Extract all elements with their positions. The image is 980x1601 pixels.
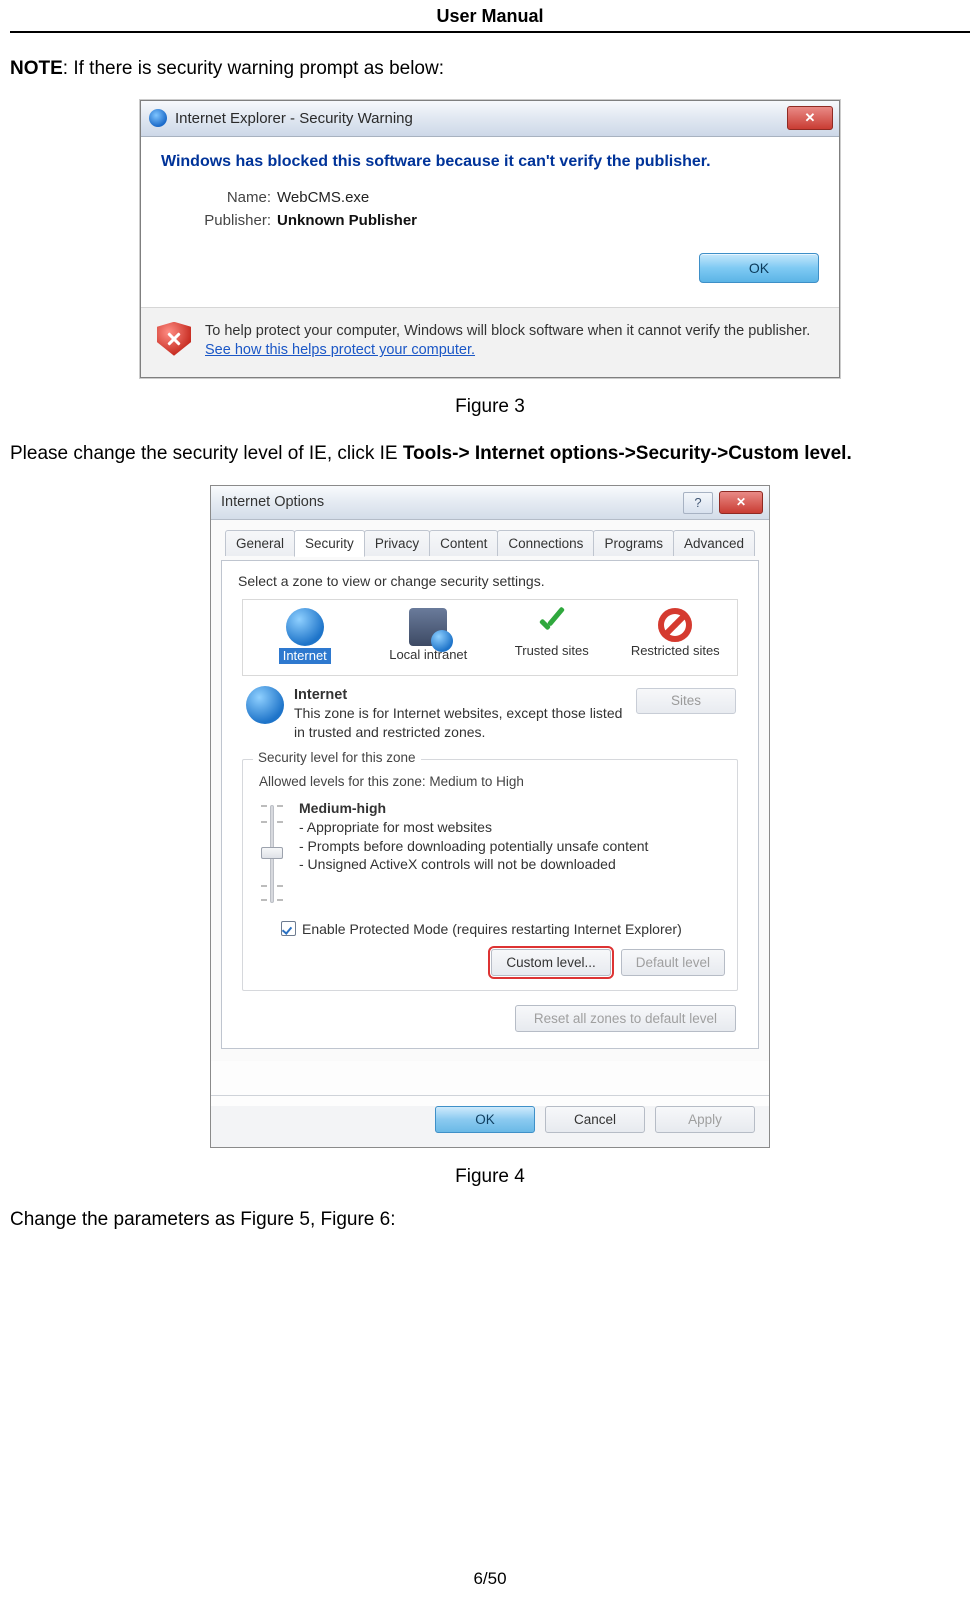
security-level-group: Security level for this zone Allowed lev… <box>242 759 738 991</box>
close-icon: ✕ <box>805 110 816 126</box>
zone-local-intranet[interactable]: Local intranet <box>373 608 483 663</box>
ok-button[interactable]: OK <box>435 1106 535 1133</box>
allowed-levels-text: Allowed levels for this zone: Medium to … <box>259 774 725 789</box>
security-tab-panel: Select a zone to view or change security… <box>221 560 759 1049</box>
dialog-divider <box>211 1095 769 1096</box>
header-rule <box>10 31 970 33</box>
tab-programs[interactable]: Programs <box>593 530 674 556</box>
zone-label: Internet <box>279 648 331 665</box>
figure-3-caption: Figure 3 <box>10 396 970 418</box>
help-button[interactable]: ? <box>683 492 713 514</box>
tab-privacy[interactable]: Privacy <box>364 530 430 556</box>
level-bullet-1: - Appropriate for most websites <box>299 818 648 837</box>
zone-label: Restricted sites <box>620 644 730 659</box>
ok-button[interactable]: OK <box>699 253 819 283</box>
security-level-slider[interactable] <box>259 799 285 909</box>
tab-content[interactable]: Content <box>429 530 498 556</box>
page-header-title: User Manual <box>10 0 970 31</box>
slider-thumb[interactable] <box>261 847 283 859</box>
globe-icon <box>286 608 324 646</box>
close-icon: ✕ <box>736 495 746 509</box>
note-text: : If there is security warning prompt as… <box>63 58 444 79</box>
mid-paragraph: Please change the security level of IE, … <box>10 442 970 467</box>
protected-mode-label: Enable Protected Mode (requires restarti… <box>302 921 682 937</box>
close-button[interactable]: ✕ <box>787 106 833 130</box>
tab-connections[interactable]: Connections <box>497 530 594 556</box>
cancel-button[interactable]: Cancel <box>545 1106 645 1133</box>
local-intranet-icon <box>409 608 447 646</box>
zone-restricted-sites[interactable]: Restricted sites <box>620 608 730 659</box>
publisher-value: Unknown Publisher <box>277 212 417 229</box>
zone-description-text: This zone is for Internet websites, exce… <box>294 704 626 740</box>
figure-4-caption: Figure 4 <box>10 1166 970 1188</box>
dialog-footer: To help protect your computer, Windows w… <box>141 307 839 377</box>
dialog-title: Internet Options <box>221 494 324 510</box>
close-button[interactable]: ✕ <box>719 491 763 514</box>
zone-list: Internet Local intranet Trusted sites Re… <box>242 599 738 675</box>
name-label: Name: <box>189 189 271 206</box>
zone-label: Local intranet <box>373 648 483 663</box>
footer-text: To help protect your computer, Windows w… <box>205 323 810 339</box>
dialog-titlebar[interactable]: Internet Explorer - Security Warning ✕ <box>141 101 839 137</box>
dialog-title: Internet Explorer - Security Warning <box>175 110 413 127</box>
protected-mode-checkbox[interactable] <box>281 921 296 936</box>
dialog-action-row: OK Cancel Apply <box>211 1106 769 1147</box>
apply-button[interactable]: Apply <box>655 1106 755 1133</box>
level-bullet-3: - Unsigned ActiveX controls will not be … <box>299 855 648 874</box>
level-bullet-2: - Prompts before downloading potentially… <box>299 837 648 856</box>
group-title: Security level for this zone <box>253 750 421 765</box>
warning-heading: Windows has blocked this software becaus… <box>161 153 819 171</box>
zone-name: Internet <box>294 686 626 705</box>
level-description: Medium-high - Appropriate for most websi… <box>299 799 648 875</box>
note-paragraph: NOTE: If there is security warning promp… <box>10 57 970 82</box>
sites-button[interactable]: Sites <box>636 688 736 714</box>
tab-general[interactable]: General <box>225 530 295 556</box>
tab-strip: General Security Privacy Content Connect… <box>221 530 759 556</box>
restricted-icon <box>658 608 692 642</box>
mid-bold: Tools-> Internet options->Security->Cust… <box>403 443 852 464</box>
shield-error-icon <box>157 322 191 356</box>
zone-internet[interactable]: Internet <box>250 608 360 665</box>
reset-zones-button[interactable]: Reset all zones to default level <box>515 1005 736 1032</box>
security-warning-dialog: Internet Explorer - Security Warning ✕ W… <box>140 100 840 378</box>
level-name: Medium-high <box>299 799 648 818</box>
tail-paragraph: Change the parameters as Figure 5, Figur… <box>10 1208 970 1233</box>
publisher-label: Publisher: <box>189 212 271 229</box>
tab-advanced[interactable]: Advanced <box>673 530 755 556</box>
mid-lead: Please change the security level of IE, … <box>10 443 403 464</box>
help-icon: ? <box>694 495 701 510</box>
default-level-button[interactable]: Default level <box>621 949 725 976</box>
name-value: WebCMS.exe <box>277 189 369 206</box>
footer-help-link[interactable]: See how this helps protect your computer… <box>205 342 475 358</box>
zone-label: Trusted sites <box>497 644 607 659</box>
internet-options-dialog: Internet Options ? ✕ General Security Pr… <box>210 485 770 1148</box>
zone-description: Internet This zone is for Internet websi… <box>238 676 742 749</box>
dialog-titlebar[interactable]: Internet Options ? ✕ <box>211 486 769 520</box>
custom-level-button[interactable]: Custom level... <box>491 949 610 976</box>
note-label: NOTE <box>10 58 63 79</box>
page-number: 6/50 <box>0 1569 980 1589</box>
globe-icon <box>246 686 284 724</box>
ie-icon <box>149 109 167 127</box>
zone-trusted-sites[interactable]: Trusted sites <box>497 608 607 659</box>
tab-security[interactable]: Security <box>294 530 365 557</box>
check-icon <box>535 608 569 642</box>
zone-select-label: Select a zone to view or change security… <box>238 573 742 589</box>
